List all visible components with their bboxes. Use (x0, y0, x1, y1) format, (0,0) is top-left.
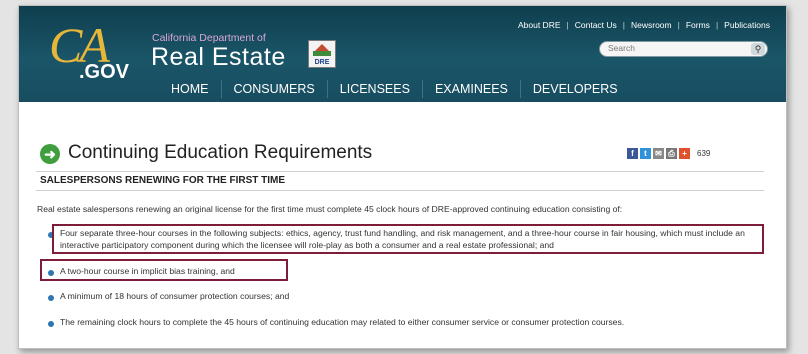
email-icon[interactable]: ✉ (653, 148, 664, 159)
link-separator: | (677, 20, 680, 30)
link-contact-us[interactable]: Contact Us (575, 20, 617, 30)
nav-licensees[interactable]: LICENSEES (328, 80, 423, 98)
link-forms[interactable]: Forms (686, 20, 710, 30)
landscape-icon (313, 51, 331, 56)
link-about-dre[interactable]: About DRE (518, 20, 561, 30)
ca-gov-logo-suffix[interactable]: .GOV (79, 61, 129, 84)
twitter-icon[interactable]: t (640, 148, 651, 159)
page-title: Continuing Education Requirements (68, 142, 373, 163)
search-input[interactable]: Search ⚲ (599, 41, 768, 57)
list-item: A minimum of 18 hours of consumer protec… (60, 291, 290, 301)
nav-consumers[interactable]: CONSUMERS (222, 80, 328, 98)
browser-page: CA .GOV California Department of Real Es… (18, 5, 787, 349)
nav-developers[interactable]: DEVELOPERS (521, 80, 630, 98)
divider (36, 171, 764, 172)
main-nav: HOME CONSUMERS LICENSEES EXAMINEES DEVEL… (159, 80, 630, 98)
share-count: 639 (697, 149, 711, 158)
main-content: ➜ Continuing Education Requirements f t … (19, 102, 786, 348)
print-icon[interactable]: ⎙ (666, 148, 677, 159)
link-separator: | (715, 20, 719, 30)
search-icon[interactable]: ⚲ (751, 43, 765, 55)
dre-logo-icon: DRE (308, 40, 336, 68)
bullet-icon (48, 295, 54, 301)
divider (36, 190, 764, 191)
nav-examinees[interactable]: EXAMINEES (423, 80, 521, 98)
highlight-box (52, 224, 764, 254)
arrow-right-circle-icon: ➜ (40, 144, 60, 164)
utility-links: About DRE | Contact Us | Newsroom | Forms | Publ… (518, 20, 770, 30)
highlight-box (40, 259, 288, 281)
department-name[interactable]: Real Estate (151, 43, 286, 72)
plus-icon[interactable]: + (679, 148, 690, 159)
nav-home[interactable]: HOME (159, 80, 222, 98)
link-publications[interactable]: Publications (724, 20, 770, 30)
list-item: The remaining clock hours to complete th… (60, 317, 625, 327)
link-newsroom[interactable]: Newsroom (631, 20, 672, 30)
intro-paragraph: Real estate salespersons renewing an ori… (37, 204, 623, 214)
bullet-icon (48, 321, 54, 327)
share-bar: f t ✉ ⎙ + 639 (627, 148, 710, 159)
site-header: CA .GOV California Department of Real Es… (19, 6, 786, 102)
search-placeholder: Search (608, 43, 635, 53)
link-separator: | (622, 20, 625, 30)
section-heading: SALESPERSONS RENEWING FOR THE FIRST TIME (40, 175, 286, 186)
facebook-icon[interactable]: f (627, 148, 638, 159)
dre-badge-label: DRE (314, 59, 330, 66)
link-separator: | (566, 20, 569, 30)
